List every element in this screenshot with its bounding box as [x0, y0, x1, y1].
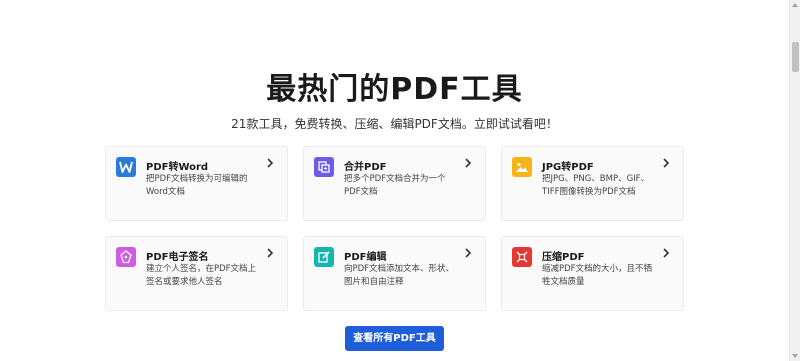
signature-icon [116, 247, 136, 267]
chevron-right-icon [465, 248, 472, 258]
chevron-right-icon [663, 248, 670, 258]
tool-card-pdf-edit[interactable]: PDF编辑 向PDF文档添加文本、形状、图片和自由注释 [303, 236, 486, 311]
tool-description: 向PDF文档添加文本、形状、图片和自由注释 [344, 264, 455, 287]
view-all-tools-button[interactable]: 查看所有PDF工具 [345, 326, 444, 351]
edit-icon [314, 247, 334, 267]
section-subtitle: 21款工具，免费转换、压缩、编辑PDF文档。立即试试看吧！ [231, 117, 558, 131]
image-icon [512, 157, 532, 177]
tool-description: 建立个人签名，在PDF文档上签名或要求他人签名 [146, 264, 257, 287]
scroll-up-icon[interactable] [792, 3, 798, 7]
compress-icon [512, 247, 532, 267]
tool-description: 把JPG、PNG、BMP、GIF、TIFF图像转换为PDF文档 [542, 174, 650, 197]
tool-card-jpg-to-pdf[interactable]: JPG转PDF 把JPG、PNG、BMP、GIF、TIFF图像转换为PDF文档 [501, 146, 684, 221]
tool-description: 把PDF文档转换为可编辑的Word文档 [146, 174, 248, 197]
tool-name: PDF电子签名 [146, 252, 209, 263]
tool-name: 压缩PDF [542, 252, 585, 263]
chevron-right-icon [267, 158, 274, 168]
tool-card-compress-pdf[interactable]: 压缩PDF 缩减PDF文档的大小，且不牺牲文档质量 [501, 236, 684, 311]
tool-description: 把多个PDF文档合并为一个PDF文档 [344, 174, 446, 197]
tool-name: 合并PDF [344, 162, 387, 173]
tool-card-pdf-signature[interactable]: PDF电子签名 建立个人签名，在PDF文档上签名或要求他人签名 [105, 236, 288, 311]
tools-section: 最热门的PDF工具 21款工具，免费转换、压缩、编辑PDF文档。立即试试看吧！ … [0, 0, 789, 361]
merge-icon [314, 157, 334, 177]
chevron-right-icon [267, 248, 274, 258]
word-icon [116, 157, 136, 177]
chevron-right-icon [465, 158, 472, 168]
scroll-down-icon[interactable] [792, 354, 798, 358]
tool-name: PDF转Word [146, 162, 209, 173]
tool-name: JPG转PDF [542, 162, 594, 173]
chevron-right-icon [663, 158, 670, 168]
scrollbar-thumb[interactable] [792, 42, 799, 72]
tool-name: PDF编辑 [344, 252, 387, 263]
section-title: 最热门的PDF工具 [266, 72, 523, 107]
tool-description: 缩减PDF文档的大小，且不牺牲文档质量 [542, 264, 653, 287]
vertical-scrollbar[interactable] [789, 0, 800, 361]
tool-card-pdf-to-word[interactable]: PDF转Word 把PDF文档转换为可编辑的Word文档 [105, 146, 288, 221]
tool-card-merge-pdf[interactable]: 合并PDF 把多个PDF文档合并为一个PDF文档 [303, 146, 486, 221]
